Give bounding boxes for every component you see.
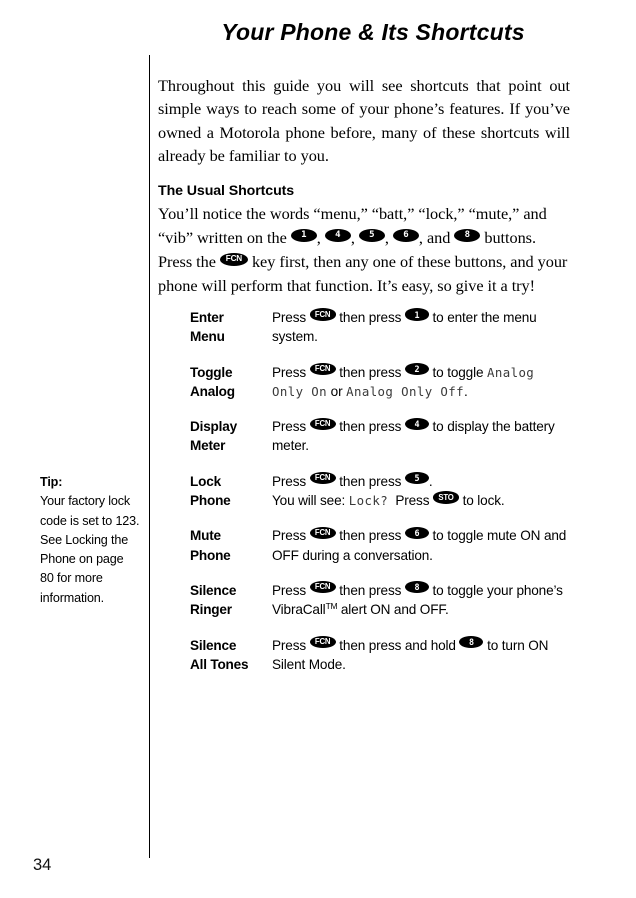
press-word: Press — [272, 637, 306, 653]
manual-page: Your Phone & Its Shortcuts Throughout th… — [0, 0, 636, 898]
key-1-icon: 1 — [290, 228, 317, 242]
key-2-icon: 2 — [404, 362, 429, 376]
then-press-text: then press and hold — [339, 637, 456, 653]
usual-sep-1: , — [316, 228, 325, 248]
lcd-display-text-lock-prompt: Lock? — [348, 493, 389, 509]
section-heading-usual-shortcuts: The Usual Shortcuts — [158, 183, 295, 200]
main-body-column: Throughout this guide you will see short… — [158, 58, 570, 314]
usual-sep-2: , — [350, 228, 359, 248]
key-8-icon: 8 — [404, 581, 429, 594]
shortcut-label-line-2: Ringer — [190, 602, 232, 618]
trademark-symbol: TM — [325, 601, 338, 612]
intro-paragraph: Throughout this guide you will see short… — [158, 76, 570, 165]
shortcut-label: Lock Phone — [190, 472, 272, 511]
margin-tip-note: Tip: Your factory lock code is set to 12… — [40, 473, 140, 608]
shortcut-label-line-1: Enter — [190, 310, 224, 325]
shortcut-label-line-2: Meter — [190, 438, 226, 454]
shortcut-description: Press FCN then press and hold 8 to turn … — [272, 635, 570, 675]
press-word: Press — [272, 528, 306, 544]
shortcut-description: Press FCN then press 2 to toggle Analog … — [272, 362, 570, 402]
lcd-display-text-analog-only-off: Analog Only Off — [346, 383, 465, 399]
key-fcn-icon: FCN — [309, 635, 336, 649]
usual-shortcuts-paragraph: You’ll notice the words “menu,” “batt,” … — [158, 202, 570, 298]
page-number: 34 — [33, 856, 52, 874]
shortcut-description: Press FCN then press 5. You will see: Loc… — [272, 472, 570, 511]
press-word: Press — [272, 310, 306, 325]
shortcut-row-silence-all-tones: Silence All Tones Press FCN then press an… — [190, 635, 570, 675]
tip-heading: Tip: — [40, 475, 63, 489]
key-6-icon: 6 — [404, 526, 429, 539]
lock-second-line-prefix: You will see: — [272, 493, 346, 509]
shortcut-label-line-1: Silence — [190, 582, 237, 598]
shortcut-label-line-2: Menu — [190, 329, 225, 345]
margin-divider-rule — [149, 55, 150, 858]
shortcut-row-lock-phone: Lock Phone Press FCN then press 5. You wil… — [190, 472, 570, 511]
then-press-text: then press — [339, 473, 402, 489]
key-fcn-icon: FCN — [219, 252, 248, 266]
shortcut-label-line-1: Silence — [190, 637, 237, 653]
then-press-text: then press — [339, 310, 402, 325]
usual-sep-3: , — [384, 228, 393, 248]
shortcut-row-silence-ringer: Silence Ringer Press FCN then press 8 to … — [190, 581, 570, 620]
shortcut-label: Silence Ringer — [190, 581, 272, 620]
key-fcn-icon: FCN — [309, 526, 336, 539]
shortcut-label-line-2: Analog — [190, 383, 235, 399]
shortcut-label: Display Meter — [190, 417, 272, 456]
shortcut-label: Toggle Analog — [190, 363, 272, 402]
shortcut-description: Press FCN then press 6 to toggle mute ON… — [272, 526, 570, 565]
shortcut-tail-text-b: alert ON and OFF. — [337, 602, 449, 618]
shortcut-row-toggle-analog: Toggle Analog Press FCN then press 2 to t… — [190, 362, 570, 402]
shortcut-label-line-1: Display — [190, 419, 237, 435]
shortcut-label-line-2: Phone — [190, 547, 231, 563]
shortcut-label: Silence All Tones — [190, 636, 272, 675]
then-press-text: then press — [339, 528, 402, 544]
press-word: Press — [272, 419, 306, 435]
key-fcn-icon: FCN — [309, 308, 336, 321]
key-5-icon: 5 — [404, 472, 429, 485]
key-sto-icon: STO — [432, 491, 459, 504]
key-8-icon: 8 — [454, 228, 481, 242]
lock-second-line-tail: to lock. — [462, 493, 505, 509]
shortcut-row-mute-phone: Mute Phone Press FCN then press 6 to togg… — [190, 526, 570, 565]
then-press-text: then press — [339, 582, 402, 598]
shortcut-label-line-2: Phone — [190, 493, 231, 509]
shortcut-tail-text: to toggle — [432, 364, 484, 380]
key-4-icon: 4 — [404, 417, 429, 430]
key-5-icon: 5 — [358, 228, 385, 242]
key-6-icon: 6 — [392, 228, 419, 242]
key-4-icon: 4 — [324, 228, 351, 242]
shortcut-label-line-1: Lock — [190, 473, 221, 489]
key-1-icon: 1 — [404, 308, 429, 321]
shortcut-row-display-meter: Display Meter Press FCN then press 4 to d… — [190, 417, 570, 456]
period: . — [464, 383, 468, 399]
key-fcn-icon: FCN — [309, 472, 336, 485]
shortcut-description: Press FCN then press 1 to enter the menu… — [272, 308, 570, 347]
shortcut-tail-text: . — [428, 473, 433, 489]
shortcut-description: Press FCN then press 8 to toggle your ph… — [272, 581, 570, 620]
shortcut-list: Enter Menu Press FCN then press 1 to ente… — [190, 308, 570, 674]
shortcut-label-line-1: Toggle — [190, 364, 233, 380]
shortcut-label-line-2: All Tones — [190, 656, 249, 672]
shortcut-description: Press FCN then press 4 to display the ba… — [272, 417, 570, 456]
lock-second-line-mid: Press — [395, 493, 430, 509]
page-title: Your Phone & Its Shortcuts — [221, 19, 525, 45]
key-fcn-icon: FCN — [309, 417, 336, 430]
press-word: Press — [272, 582, 306, 598]
key-8-icon: 8 — [459, 635, 484, 649]
shortcut-label: Mute Phone — [190, 526, 272, 565]
shortcut-row-enter-menu: Enter Menu Press FCN then press 1 to ente… — [190, 308, 570, 347]
key-fcn-icon: FCN — [309, 362, 336, 376]
then-press-text: then press — [339, 419, 402, 435]
key-fcn-icon: FCN — [309, 581, 336, 594]
then-press-text: then press — [339, 364, 402, 380]
press-word: Press — [272, 473, 306, 489]
press-word: Press — [272, 364, 306, 380]
shortcut-label-line-1: Mute — [190, 528, 221, 544]
usual-sep-4: , and — [418, 228, 455, 248]
tip-body: Your factory lock code is set to 123. Se… — [40, 494, 140, 605]
shortcut-label: Enter Menu — [190, 308, 272, 347]
conjunction-or: or — [330, 383, 343, 399]
